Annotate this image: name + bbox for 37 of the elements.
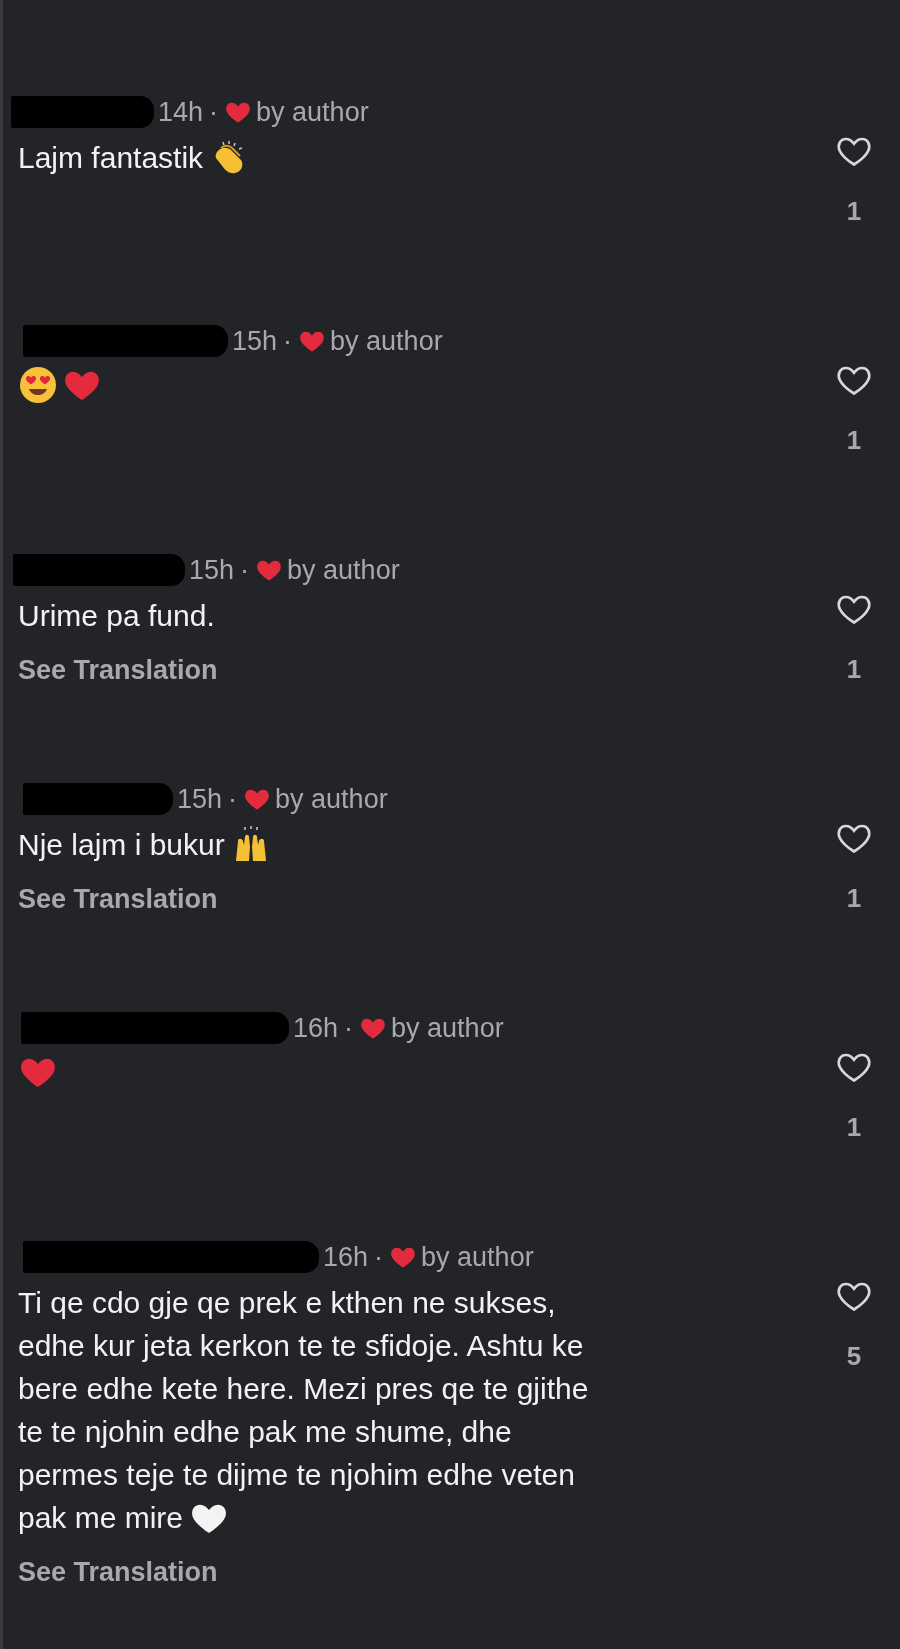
comment-text: permes teje te dijme te njohim edhe veten bbox=[18, 1457, 575, 1493]
see-translation-link[interactable]: See Translation bbox=[18, 884, 218, 915]
comment-time: 14h bbox=[158, 96, 204, 128]
liked-by-author-label: by author bbox=[330, 325, 443, 357]
like-count: 1 bbox=[846, 196, 862, 227]
like-count: 1 bbox=[846, 425, 862, 456]
comment-text: pak me mire bbox=[18, 1500, 184, 1536]
separator-dot: · bbox=[209, 96, 219, 128]
separator-dot: · bbox=[344, 1012, 354, 1044]
separator-dot: · bbox=[228, 783, 238, 815]
comment-time: 16h bbox=[323, 1241, 369, 1273]
liked-by-author-label: by author bbox=[421, 1241, 534, 1273]
like-count: 5 bbox=[846, 1341, 862, 1372]
comment-time: 15h bbox=[177, 783, 223, 815]
comment-text: Nje lajm i bukur bbox=[18, 827, 225, 863]
separator-dot: · bbox=[283, 325, 293, 357]
comment-time: 15h bbox=[189, 554, 235, 586]
comment-text: edhe kur jeta kerkon te te sfidoje. Ashtu ke bbox=[18, 1328, 584, 1364]
comment-time: 16h bbox=[293, 1012, 339, 1044]
separator-dot: · bbox=[240, 554, 250, 586]
liked-by-author-label: by author bbox=[256, 96, 369, 128]
like-count: 1 bbox=[846, 654, 862, 685]
liked-by-author-label: by author bbox=[391, 1012, 504, 1044]
heart-eyes-face-icon bbox=[18, 365, 58, 405]
separator-dot: · bbox=[374, 1241, 384, 1273]
like-count: 1 bbox=[846, 883, 862, 914]
comment-text: Urime pa fund. bbox=[18, 598, 215, 634]
liked-by-author-label: by author bbox=[287, 554, 400, 586]
comment-text: Ti qe cdo gje qe prek e kthen ne sukses, bbox=[18, 1285, 556, 1321]
liked-by-author-label: by author bbox=[275, 783, 388, 815]
comment-text: te te njohin edhe pak me shume, dhe bbox=[18, 1414, 512, 1450]
comment-time: 15h bbox=[232, 325, 278, 357]
comment-text: Lajm fantastik bbox=[18, 140, 204, 176]
comment-text: bere edhe kete here. Mezi pres qe te gjithe bbox=[18, 1371, 589, 1407]
like-count: 1 bbox=[846, 1112, 862, 1143]
see-translation-link[interactable]: See Translation bbox=[18, 655, 218, 686]
see-translation-link[interactable]: See Translation bbox=[18, 1557, 218, 1588]
